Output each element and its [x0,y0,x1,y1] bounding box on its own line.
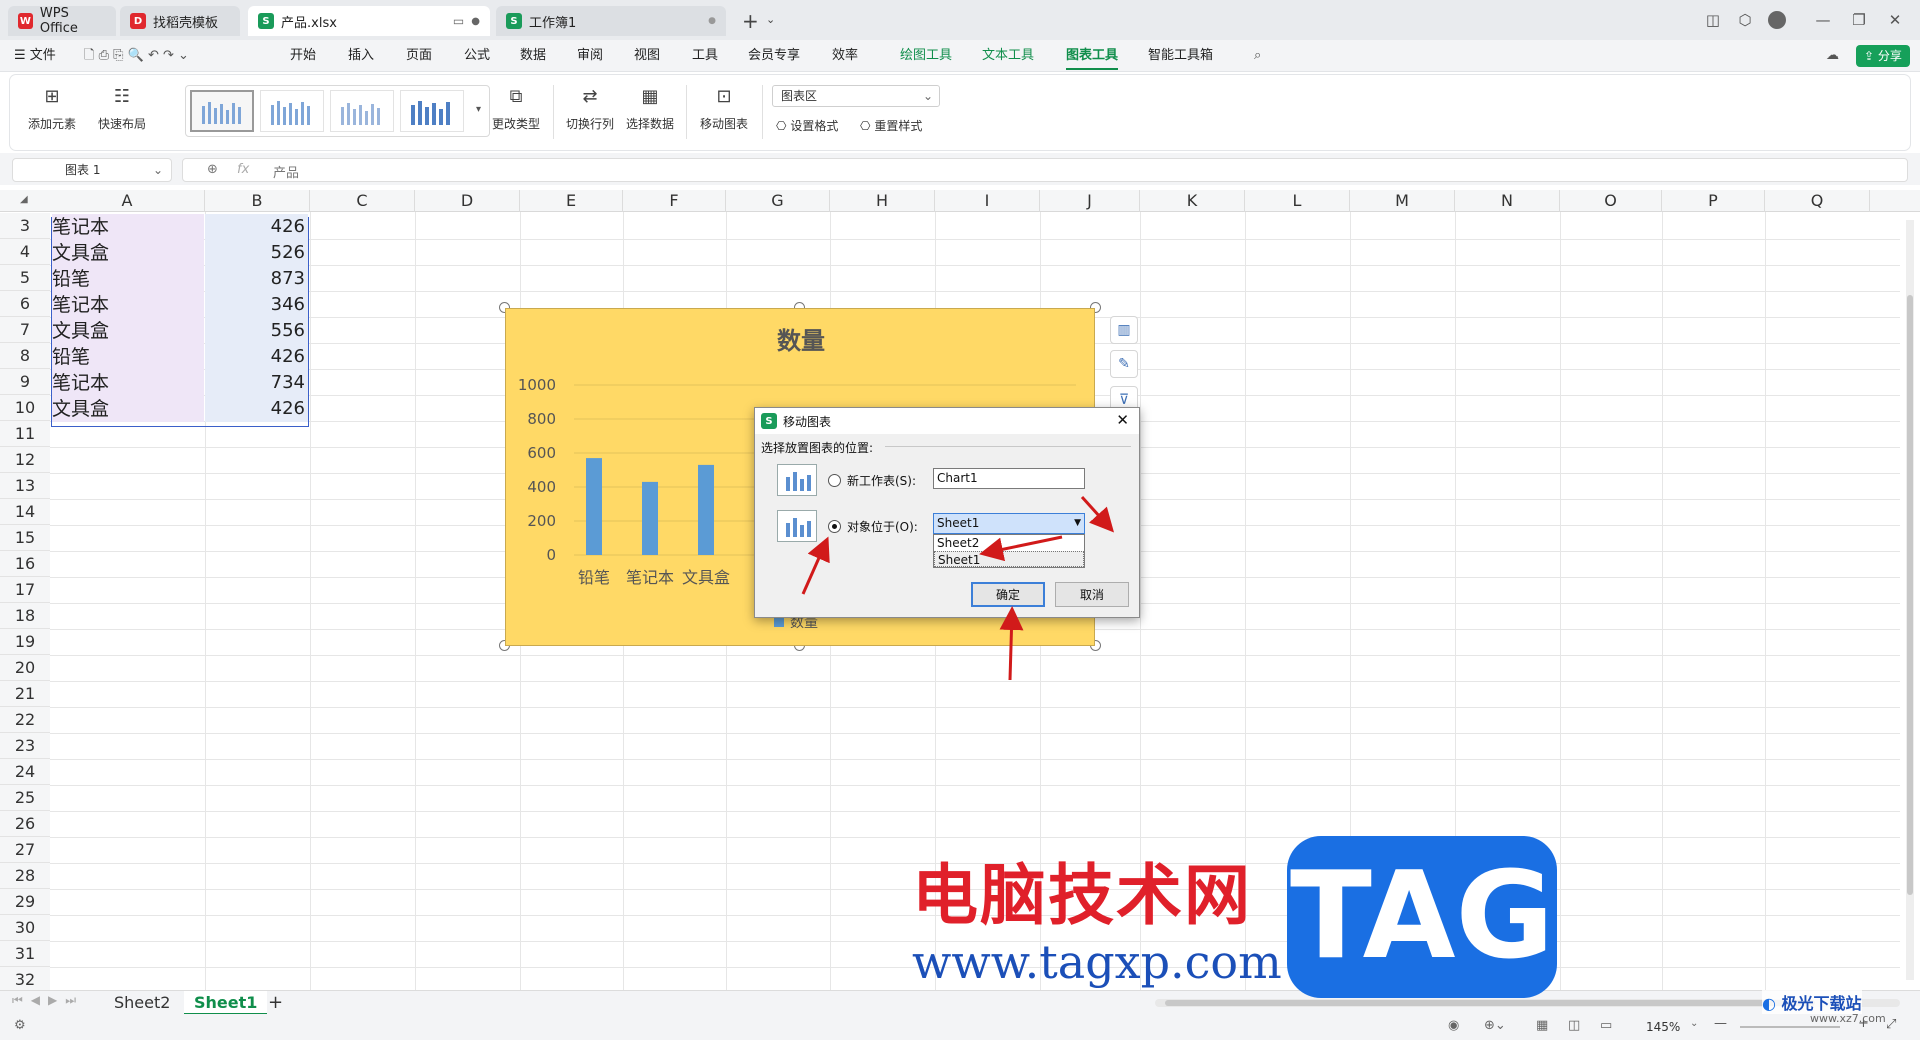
corner-logo-icon: ◐ [1762,994,1776,1013]
chevron-down-icon[interactable]: ⌄ [1690,1018,1698,1029]
status-bar: ⚙ ◉ ⊕⌄ ▦ ◫ ▭ 145% ⌄ — + ⤢ [0,1014,1920,1040]
zoom-slider[interactable] [1740,1026,1840,1028]
page-layout-icon[interactable]: ◫ [1568,1018,1580,1033]
corner-watermark-text: 极光下载站 [1781,994,1862,1013]
corner-watermark: ◐ 极光下载站 [1762,990,1862,1014]
add-sheet-button[interactable]: + [268,991,283,1015]
view-mode-icon[interactable]: ⊕⌄ [1484,1018,1506,1033]
zoom-level[interactable]: 145% [1646,1020,1680,1034]
page-break-icon[interactable]: ▭ [1600,1018,1612,1033]
sheet-tab-bar: ⏮◀▶⏭ Sheet2 Sheet1 + [0,990,1920,1015]
sheet-tab-sheet1[interactable]: Sheet1 [184,991,268,1015]
scrollbar-thumb[interactable] [1165,1000,1815,1006]
corner-watermark-url: www.xz7.com [1810,1012,1886,1025]
sheet-tab-sheet2[interactable]: Sheet2 [104,991,180,1015]
annotation-arrow [979,535,1063,562]
annotation-arrow [999,606,1024,681]
vertical-scrollbar[interactable] [1906,220,1914,980]
zoom-out-icon[interactable]: — [1714,1016,1727,1031]
fullscreen-icon[interactable]: ⤢ [1886,1017,1896,1032]
scrollbar-thumb[interactable] [1907,295,1913,895]
watermark-tag-logo: TAG [1287,836,1557,998]
eye-protection-icon[interactable]: ◉ [1448,1018,1459,1033]
annotation-arrow [1080,495,1115,533]
normal-view-icon[interactable]: ▦ [1536,1018,1548,1033]
watermark-url: www.tagxp.com [912,935,1282,989]
sheet-nav-icons[interactable]: ⏮◀▶⏭ [12,993,84,1008]
watermark-text: 电脑技术网 [912,857,1252,934]
macro-icon[interactable]: ⚙ [14,1018,26,1033]
annotation-arrow [801,536,830,595]
